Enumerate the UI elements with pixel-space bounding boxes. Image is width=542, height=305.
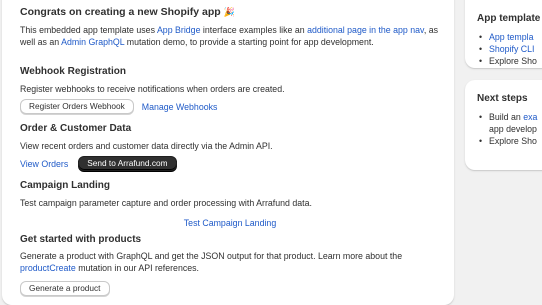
orders-section: Order & Customer Data View recent orders… xyxy=(20,122,444,171)
products-text-2: mutation in our API references. xyxy=(75,263,199,273)
products-description: Generate a product with GraphQL and get … xyxy=(20,250,440,274)
campaign-title: Campaign Landing xyxy=(20,180,110,191)
next-steps-list: Build an exa app develop Explore Sho xyxy=(477,111,542,147)
page-title-text: Congrats on creating a new Shopify app xyxy=(20,6,221,18)
orders-actions: View Orders Send to Arrafund.com xyxy=(20,156,444,171)
list-item: Build an exa app develop xyxy=(477,111,542,135)
product-create-link[interactable]: productCreate xyxy=(20,263,76,273)
intro-text-4: mutation demo, to provide a starting poi… xyxy=(124,37,374,47)
webhook-section: Webhook Registration Register webhooks t… xyxy=(20,65,444,114)
products-actions: Generate a product xyxy=(20,280,444,298)
register-webhook-button[interactable]: Register Orders Webhook xyxy=(20,99,134,114)
explore-text: Explore Sho xyxy=(489,56,537,66)
campaign-section: Campaign Landing Test campaign parameter… xyxy=(20,179,444,231)
intro-text-2: interface examples like an xyxy=(200,25,308,35)
app-template-title: App template xyxy=(477,13,541,24)
webhook-title: Webhook Registration xyxy=(20,66,126,77)
view-orders-link[interactable]: View Orders xyxy=(20,159,68,169)
list-item[interactable]: App templa xyxy=(477,31,542,43)
list-item: Explore Sho xyxy=(477,135,542,147)
manage-webhooks-link[interactable]: Manage Webhooks xyxy=(142,102,218,112)
orders-description: View recent orders and customer data dir… xyxy=(20,141,273,151)
products-section: Get started with products Generate a pro… xyxy=(20,233,444,298)
intro-section: Congrats on creating a new Shopify app 🎉… xyxy=(20,6,444,48)
build-text: Build an xyxy=(489,112,524,122)
explore-text: Explore Sho xyxy=(489,136,537,146)
app-template-link[interactable]: App templa xyxy=(489,32,534,42)
list-item: Explore Sho xyxy=(477,55,542,67)
page-title: Congrats on creating a new Shopify app 🎉 xyxy=(20,6,444,19)
shopify-cli-link[interactable]: Shopify CLI xyxy=(489,44,534,54)
products-text-1: Generate a product with GraphQL and get … xyxy=(20,251,403,261)
webhook-actions: Register Orders Webhook Manage Webhooks xyxy=(20,99,444,114)
app-template-list: App templa Shopify CLI Explore Sho xyxy=(477,31,542,67)
example-link[interactable]: exa xyxy=(523,112,537,122)
intro-paragraph: This embedded app template uses App Brid… xyxy=(20,24,444,48)
generate-product-button[interactable]: Generate a product xyxy=(20,281,110,297)
campaign-actions: Test Campaign Landing xyxy=(20,213,440,231)
list-item[interactable]: Shopify CLI xyxy=(477,43,542,55)
next-steps-card: Next steps Build an exa app develop Explo… xyxy=(465,80,542,170)
admin-graphql-link[interactable]: Admin GraphQL xyxy=(61,37,124,47)
campaign-description: Test campaign parameter capture and orde… xyxy=(20,198,312,208)
app-template-card: App template App templa Shopify CLI Expl… xyxy=(465,0,542,68)
webhook-description: Register webhooks to receive notificatio… xyxy=(20,84,285,94)
main-card: Congrats on creating a new Shopify app 🎉… xyxy=(2,0,454,305)
send-to-arrafund-button[interactable]: Send to Arrafund.com xyxy=(78,156,177,171)
additional-page-link[interactable]: additional page in the app nav xyxy=(307,25,424,35)
build-text-line2: app develop xyxy=(489,124,537,134)
test-campaign-link[interactable]: Test Campaign Landing xyxy=(184,218,276,228)
products-title: Get started with products xyxy=(20,234,142,245)
intro-text-1: This embedded app template uses xyxy=(20,25,157,35)
orders-title: Order & Customer Data xyxy=(20,123,132,134)
next-steps-title: Next steps xyxy=(477,93,528,104)
app-bridge-link[interactable]: App Bridge xyxy=(157,25,201,35)
party-popper-icon: 🎉 xyxy=(223,7,235,17)
